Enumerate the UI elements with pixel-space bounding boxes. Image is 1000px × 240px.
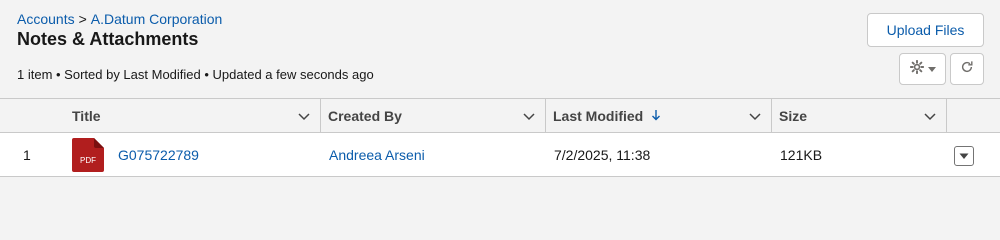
breadcrumb-separator: > xyxy=(78,11,87,27)
chevron-down-icon[interactable] xyxy=(924,109,936,125)
pdf-file-icon: PDF xyxy=(72,138,104,172)
row-number: 1 xyxy=(23,147,31,163)
attachment-title-link[interactable]: G075722789 xyxy=(118,133,199,177)
breadcrumb-accounts-link[interactable]: Accounts xyxy=(17,11,75,27)
page-title: Notes & Attachments xyxy=(17,29,199,49)
file-type-label: PDF xyxy=(80,156,96,165)
list-status-text: 1 item • Sorted by Last Modified • Updat… xyxy=(17,67,374,82)
refresh-button[interactable] xyxy=(950,53,984,85)
created-by-link[interactable]: Andreea Arseni xyxy=(329,133,425,177)
column-header-title[interactable]: Title xyxy=(64,99,320,133)
chevron-down-icon[interactable] xyxy=(523,109,535,125)
upload-files-button[interactable]: Upload Files xyxy=(867,13,984,47)
table-header: Title Created By Last Modified Size xyxy=(0,98,1000,133)
attachments-table: Title Created By Last Modified Size 1 PD… xyxy=(0,98,1000,177)
column-header-last-modified[interactable]: Last Modified xyxy=(545,99,771,133)
size-value: 121KB xyxy=(780,147,823,163)
table-row: 1 PDF G075722789 Andreea Arseni 7/2/2025… xyxy=(0,133,1000,177)
chevron-down-icon[interactable] xyxy=(298,109,310,125)
refresh-icon xyxy=(960,60,974,79)
breadcrumb-account-link[interactable]: A.Datum Corporation xyxy=(91,11,223,27)
column-header-created-by[interactable]: Created By xyxy=(320,99,545,133)
row-actions-button[interactable] xyxy=(954,146,974,166)
gear-icon xyxy=(909,59,924,79)
breadcrumb: Accounts > A.Datum Corporation xyxy=(17,11,222,27)
caret-down-icon xyxy=(959,147,969,165)
caret-down-icon xyxy=(927,60,936,78)
list-settings-button[interactable] xyxy=(899,53,946,85)
last-modified-value: 7/2/2025, 11:38 xyxy=(554,147,651,163)
chevron-down-icon[interactable] xyxy=(749,109,761,125)
column-header-size[interactable]: Size xyxy=(771,99,946,133)
arrow-down-icon xyxy=(651,108,661,124)
page-header: Accounts > A.Datum Corporation Notes & Att… xyxy=(0,0,1000,98)
